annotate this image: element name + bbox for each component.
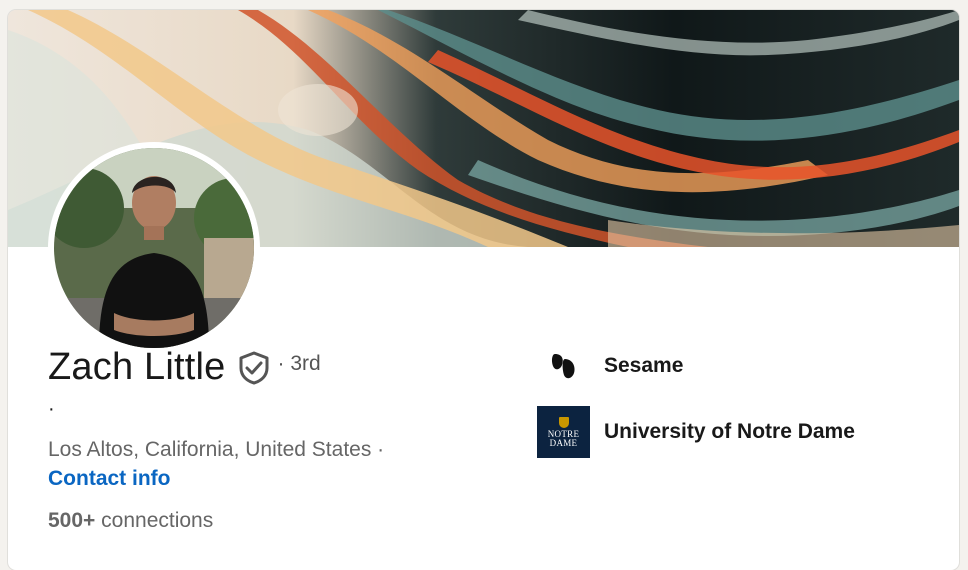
current-company-sesame[interactable]: Sesame — [537, 345, 683, 387]
connections-count: 500+ — [48, 509, 96, 532]
contact-info-link[interactable]: Contact info — [48, 467, 170, 491]
name-row: Zach Little · 3rd — [48, 346, 321, 389]
logo-text-line-2: DAME — [549, 437, 578, 448]
notre-dame-logo: NOTRE DAME — [537, 406, 590, 458]
education-notre-dame[interactable]: NOTRE DAME University of Notre Dame — [537, 406, 855, 458]
verified-shield-icon[interactable] — [238, 351, 270, 385]
connection-degree: · 3rd — [277, 351, 321, 375]
crest-icon — [558, 416, 569, 428]
profile-location: Los Altos, California, United States · — [48, 438, 385, 461]
profile-name: Zach Little — [48, 346, 226, 388]
sesame-logo — [537, 340, 590, 392]
connections-summary[interactable]: 500+ connections — [48, 509, 213, 533]
avatar-photo — [54, 148, 254, 348]
org-label-sesame: Sesame — [604, 354, 684, 377]
org-label-notre-dame: University of Notre Dame — [604, 420, 855, 443]
profile-headline: · — [48, 398, 55, 420]
connections-label: connections — [101, 509, 214, 532]
profile-card: Zach Little · 3rd · Los Altos, Californi… — [8, 10, 959, 570]
avatar-frame[interactable] — [48, 142, 260, 354]
avatar[interactable] — [54, 148, 254, 348]
